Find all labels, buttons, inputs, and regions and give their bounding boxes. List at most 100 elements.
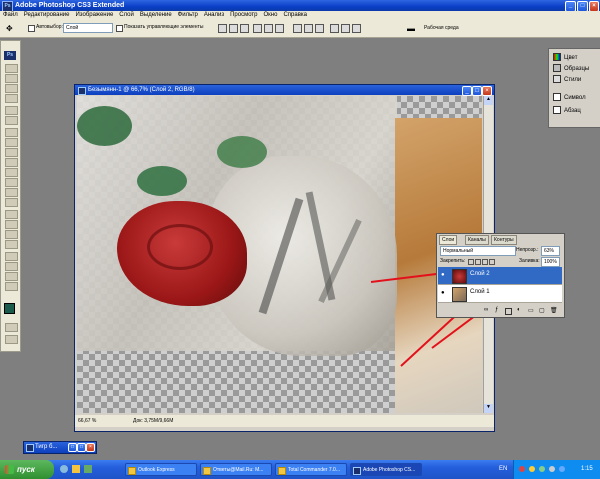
move-tool-icon[interactable]: ✥ [6, 24, 13, 33]
menu-file[interactable]: Файл [0, 11, 21, 20]
align-right-icon[interactable] [275, 24, 284, 33]
task-outlook[interactable]: Outlook Express [125, 463, 197, 476]
marquee-tool-icon[interactable] [5, 74, 18, 83]
menu-layer[interactable]: Слой [116, 11, 137, 20]
distribute-vcenter-icon[interactable] [304, 24, 313, 33]
character-panel-item[interactable]: Символ [551, 93, 599, 103]
quicklaunch-ie-icon[interactable] [60, 465, 68, 473]
menu-analysis[interactable]: Анализ [201, 11, 227, 20]
scroll-up-arrow[interactable]: ▲ [484, 96, 493, 105]
tray-icon[interactable] [519, 466, 525, 472]
align-vcenter-icon[interactable] [229, 24, 238, 33]
tab-channels[interactable]: Каналы [465, 235, 489, 245]
magic-wand-tool-icon[interactable] [5, 94, 18, 103]
paragraph-panel-item[interactable]: Абзац [551, 106, 599, 116]
menu-edit[interactable]: Редактирование [21, 11, 73, 20]
distribute-top-icon[interactable] [293, 24, 302, 33]
menu-view[interactable]: Просмотр [227, 11, 260, 20]
quick-mask-icon[interactable] [5, 323, 18, 332]
slice-tool-icon[interactable] [5, 116, 18, 125]
distribute-bottom-icon[interactable] [315, 24, 324, 33]
align-top-icon[interactable] [218, 24, 227, 33]
move-tool-icon[interactable] [5, 64, 18, 73]
layer-style-icon[interactable]: ƒ [495, 307, 498, 313]
layer-mask-icon[interactable] [505, 308, 512, 315]
lock-all-icon[interactable] [489, 259, 495, 265]
menu-image[interactable]: Изображение [72, 11, 116, 20]
autoselect-dropdown[interactable]: Слой [63, 23, 113, 33]
eye-icon[interactable]: ● [441, 290, 445, 296]
lock-pixels-icon[interactable] [475, 259, 481, 265]
blend-mode-dropdown[interactable]: Нормальный [440, 246, 516, 256]
color-panel-item[interactable]: Цвет [551, 53, 599, 63]
adjustment-layer-icon[interactable]: ◐ [517, 307, 521, 313]
history-brush-icon[interactable] [5, 158, 18, 167]
tray-icon[interactable] [539, 466, 545, 472]
styles-panel-item[interactable]: Стили [551, 75, 599, 85]
trash-icon[interactable]: 🗑 [550, 307, 558, 314]
dodge-tool-icon[interactable] [5, 198, 18, 207]
notes-tool-icon[interactable] [5, 252, 18, 261]
screen-mode-icon[interactable] [5, 335, 18, 344]
task-mailru[interactable]: Ответы@Mail.Ru: М... [200, 463, 272, 476]
shape-tool-icon[interactable] [5, 240, 18, 249]
path-select-icon[interactable] [5, 230, 18, 239]
align-bottom-icon[interactable] [240, 24, 249, 33]
tab-paths[interactable]: Контуры [491, 235, 517, 245]
zoom-tool-icon[interactable] [5, 282, 18, 291]
lock-transparency-icon[interactable] [468, 259, 474, 265]
distribute-left-icon[interactable] [330, 24, 339, 33]
menu-filter[interactable]: Фильтр [175, 11, 201, 20]
autoselect-checkbox[interactable] [28, 25, 35, 32]
task-photoshop[interactable]: Adobe Photoshop CS... [350, 463, 422, 476]
fill-input[interactable]: 100% [541, 257, 560, 267]
doc-maximize-button[interactable]: □ [472, 86, 482, 96]
healing-brush-icon[interactable] [5, 128, 18, 137]
image-canvas[interactable] [77, 96, 482, 413]
link-layers-icon[interactable]: ∞ [484, 307, 488, 313]
lasso-tool-icon[interactable] [5, 84, 18, 93]
eyedropper-tool-icon[interactable] [5, 262, 18, 271]
task-total-commander[interactable]: Total Commander 7.0... [275, 463, 347, 476]
workspace-button[interactable]: Рабочая среда [424, 25, 459, 31]
gradient-tool-icon[interactable] [5, 178, 18, 187]
layer-row-selected[interactable]: ● Слой 2 [438, 267, 562, 285]
doc-minimize-button[interactable]: _ [462, 86, 472, 96]
menu-select[interactable]: Выделение [137, 11, 175, 20]
new-layer-icon[interactable]: ▢ [539, 307, 545, 314]
restore-button[interactable]: □ [68, 443, 77, 452]
blur-tool-icon[interactable] [5, 188, 18, 197]
start-button[interactable]: пуск [0, 460, 54, 479]
distribute-hcenter-icon[interactable] [341, 24, 350, 33]
align-hcenter-icon[interactable] [264, 24, 273, 33]
opacity-input[interactable]: 63% [541, 246, 560, 256]
document-titlebar[interactable]: Безымянн-1 @ 66,7% (Слой 2, RGB/8) _ □ × [75, 85, 494, 96]
foreground-color-swatch[interactable] [4, 303, 15, 314]
close-button[interactable]: × [86, 443, 95, 452]
clock[interactable]: 1:15 [581, 460, 593, 479]
language-indicator[interactable]: EN [499, 460, 507, 479]
show-controls-checkbox[interactable] [116, 25, 123, 32]
type-tool-icon[interactable] [5, 220, 18, 229]
workspace-icon[interactable]: ▬ [407, 24, 415, 33]
clone-stamp-icon[interactable] [5, 148, 18, 157]
minimized-document[interactable]: Тигр б... □ □ × [23, 441, 97, 454]
new-group-icon[interactable]: ▭ [528, 307, 534, 314]
tab-layers[interactable]: Слои [439, 235, 458, 245]
swatches-panel-item[interactable]: Образцы [551, 64, 599, 74]
layer-row[interactable]: ● Слой 1 [438, 285, 562, 303]
hand-tool-icon[interactable] [5, 272, 18, 281]
scroll-down-arrow[interactable]: ▼ [484, 404, 493, 413]
lock-position-icon[interactable] [482, 259, 488, 265]
maximize-button[interactable]: □ [77, 443, 86, 452]
pen-tool-icon[interactable] [5, 210, 18, 219]
volume-icon[interactable] [549, 466, 555, 472]
crop-tool-icon[interactable] [5, 106, 18, 115]
menu-window[interactable]: Окно [261, 11, 281, 20]
eraser-tool-icon[interactable] [5, 168, 18, 177]
quicklaunch-desktop-icon[interactable] [84, 465, 92, 473]
menu-help[interactable]: Справка [280, 11, 310, 20]
distribute-right-icon[interactable] [352, 24, 361, 33]
zoom-level[interactable]: 66,67 % [78, 415, 96, 427]
eye-icon[interactable]: ● [441, 272, 445, 278]
